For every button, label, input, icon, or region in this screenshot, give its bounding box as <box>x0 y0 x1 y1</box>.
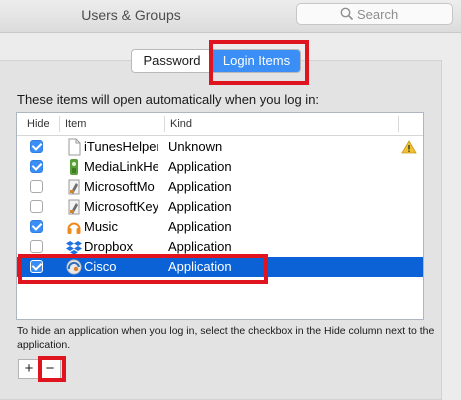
login-items-description: These items will open automatically when… <box>17 92 320 107</box>
highlight-remove-button <box>38 356 66 382</box>
hide-checkbox[interactable] <box>30 220 43 233</box>
item-name: MicrosoftMo <box>84 179 155 194</box>
hide-checkbox[interactable] <box>30 180 43 193</box>
table-row[interactable]: MicrosoftMo Application <box>17 177 423 197</box>
item-name: Dropbox <box>84 239 134 254</box>
hide-checkbox[interactable] <box>30 240 43 253</box>
column-divider <box>164 116 165 132</box>
tab-password[interactable]: Password <box>132 50 213 72</box>
item-kind: Application <box>168 239 232 254</box>
item-name: Music <box>84 219 118 234</box>
table-row[interactable]: MicrosoftKey Application <box>17 197 423 217</box>
title-bar: Users & Groups Search <box>0 0 461 33</box>
search-field[interactable]: Search <box>296 3 453 25</box>
column-divider <box>59 116 60 132</box>
column-header-item[interactable]: Item <box>65 118 86 130</box>
search-placeholder: Search <box>357 7 399 22</box>
login-items-table: Hide Item Kind iTunesHelper Unknown Medi… <box>16 112 424 320</box>
hide-checkbox[interactable] <box>30 200 43 213</box>
item-kind: Application <box>168 179 232 194</box>
hide-checkbox[interactable] <box>30 140 43 153</box>
item-kind: Application <box>168 219 232 234</box>
item-name: MicrosoftKey <box>84 199 158 214</box>
item-name: iTunesHelper <box>84 139 158 154</box>
microsoft-app-icon <box>68 199 80 215</box>
column-divider <box>398 116 399 132</box>
medialink-icon <box>70 159 78 175</box>
table-header: Hide Item Kind <box>17 113 423 136</box>
hide-instructions: To hide an application when you log in, … <box>17 325 435 351</box>
highlight-login-items-tab <box>209 40 309 85</box>
column-header-kind[interactable]: Kind <box>170 118 192 130</box>
item-name: MediaLinkHelper <box>84 159 158 174</box>
microsoft-app-icon <box>68 179 80 195</box>
highlight-cisco-row <box>18 254 268 284</box>
item-kind: Application <box>168 199 232 214</box>
search-icon <box>340 7 354 21</box>
warning-icon <box>401 140 417 154</box>
table-row[interactable]: MediaLinkHelper Application <box>17 157 423 177</box>
table-row[interactable]: Music Application <box>17 217 423 237</box>
item-kind: Application <box>168 159 232 174</box>
hide-checkbox[interactable] <box>30 160 43 173</box>
headphones-icon <box>67 222 81 234</box>
column-header-hide[interactable]: Hide <box>27 118 50 130</box>
window-title: Users & Groups <box>81 7 181 23</box>
add-item-button[interactable]: + <box>19 360 39 378</box>
item-kind: Unknown <box>168 139 223 154</box>
table-row[interactable]: iTunesHelper Unknown <box>17 137 423 157</box>
document-icon <box>68 138 81 156</box>
